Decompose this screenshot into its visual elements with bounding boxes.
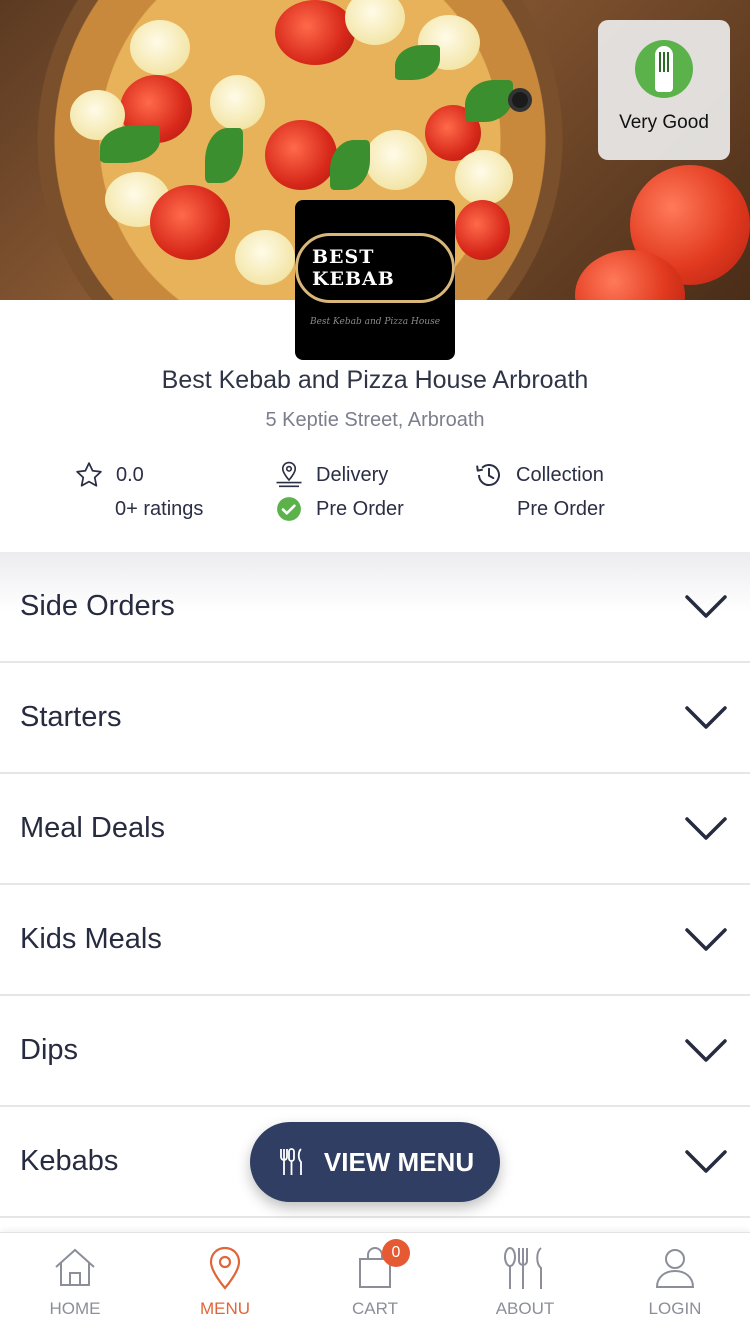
- category-label: Kebabs: [20, 1145, 119, 1177]
- tab-label: MENU: [199, 1299, 251, 1318]
- category-starters[interactable]: Starters: [0, 663, 750, 774]
- delivery-label: Delivery: [316, 463, 389, 486]
- delivery-info: Delivery Pre Order: [274, 458, 404, 526]
- rating-badge-label: Very Good: [619, 112, 709, 133]
- fork-rating-icon: [635, 40, 693, 98]
- tab-cart[interactable]: 0 CART: [300, 1233, 450, 1334]
- view-menu-button[interactable]: VIEW MENU: [250, 1122, 500, 1202]
- history-clock-icon: [474, 459, 504, 491]
- chevron-down-icon: [685, 1038, 727, 1062]
- category-label: Side Orders: [20, 590, 175, 622]
- cutlery-icon: [276, 1146, 308, 1178]
- category-label: Dips: [20, 1034, 79, 1066]
- tab-label: HOME: [49, 1299, 101, 1318]
- chevron-down-icon: [685, 594, 727, 618]
- user-icon: [655, 1249, 695, 1288]
- delivery-pin-icon: [274, 460, 304, 490]
- rating-count: 0+ ratings: [115, 497, 204, 520]
- restaurant-address: 5 Keptie Street, Arbroath: [265, 409, 485, 431]
- chevron-down-icon: [685, 927, 727, 951]
- hygiene-rating-badge: Very Good: [598, 20, 730, 160]
- tab-menu[interactable]: MENU: [150, 1233, 300, 1334]
- chevron-down-icon: [685, 705, 727, 729]
- chevron-down-icon: [685, 816, 727, 840]
- bottom-tab-bar: HOME MENU 0 CART ABOUT LOGIN: [0, 1232, 750, 1334]
- logo-subtitle: Best Kebab and Pizza House: [309, 317, 441, 327]
- category-dips[interactable]: Dips: [0, 996, 750, 1107]
- category-side-orders[interactable]: Side Orders: [0, 552, 750, 663]
- cutlery-icon: [504, 1247, 542, 1289]
- restaurant-logo: BEST KEBAB Best Kebab and Pizza House: [295, 200, 455, 360]
- star-icon: [74, 460, 104, 490]
- restaurant-name: Best Kebab and Pizza House Arbroath: [161, 366, 589, 394]
- tab-label: CART: [352, 1299, 398, 1318]
- category-label: Meal Deals: [20, 812, 166, 844]
- logo-title: BEST KEBAB: [295, 233, 455, 303]
- category-meal-deals[interactable]: Meal Deals: [0, 774, 750, 885]
- rating-value: 0.0: [116, 463, 144, 486]
- category-label: Kids Meals: [20, 923, 162, 955]
- tab-label: ABOUT: [495, 1299, 555, 1318]
- delivery-status: Pre Order: [316, 497, 404, 520]
- collection-info: Collection Pre Order: [474, 458, 605, 526]
- tab-about[interactable]: ABOUT: [450, 1233, 600, 1334]
- location-pin-icon: [209, 1246, 241, 1290]
- tab-login[interactable]: LOGIN: [600, 1233, 750, 1334]
- chevron-down-icon: [685, 1149, 727, 1173]
- view-menu-label: VIEW MENU: [323, 1146, 475, 1177]
- tab-home[interactable]: HOME: [0, 1233, 150, 1334]
- tab-label: LOGIN: [648, 1299, 702, 1318]
- collection-status: Pre Order: [517, 497, 605, 520]
- rating-info: 0.0 0+ ratings: [74, 458, 203, 526]
- category-kids-meals[interactable]: Kids Meals: [0, 885, 750, 996]
- collection-label: Collection: [516, 463, 604, 486]
- category-label: Starters: [20, 701, 122, 733]
- home-icon: [55, 1248, 95, 1286]
- cart-count-badge: 0: [382, 1239, 410, 1267]
- check-circle-icon: [274, 496, 304, 522]
